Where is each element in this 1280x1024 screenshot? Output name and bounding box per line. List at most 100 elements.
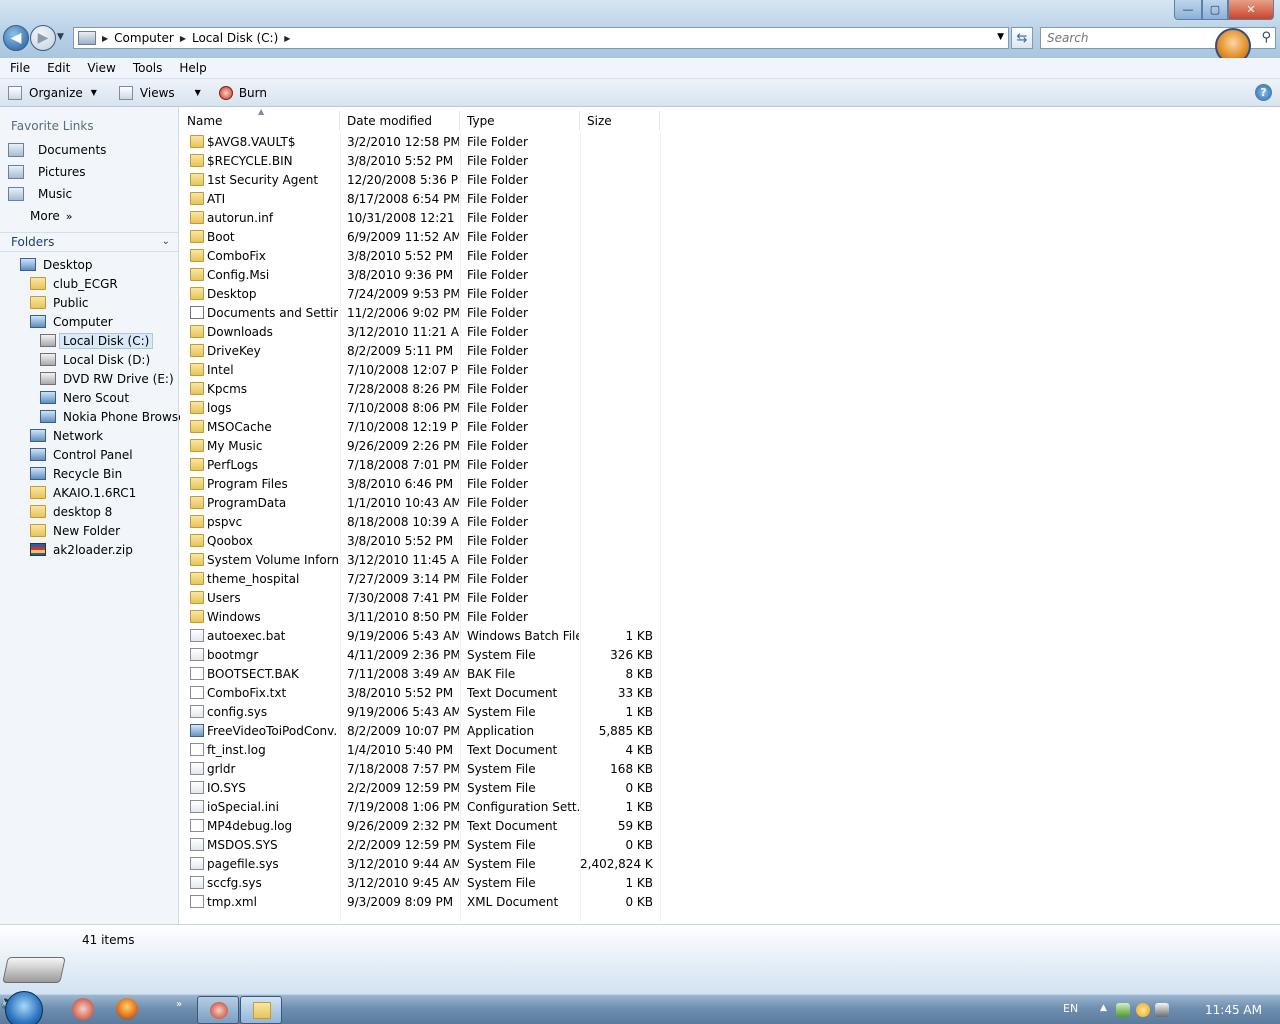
- breadcrumb-arrow-icon[interactable]: ▶: [284, 34, 290, 43]
- nero-quicklaunch-icon[interactable]: [72, 998, 94, 1020]
- file-row[interactable]: IO.SYS 2/2/2009 12:59 PM System File 0 KB: [180, 779, 660, 798]
- menu-tools[interactable]: Tools: [123, 61, 170, 75]
- file-row[interactable]: Program Files 3/8/2010 6:46 PM File Folder: [180, 475, 660, 494]
- refresh-button[interactable]: ⇆: [1011, 27, 1033, 49]
- back-button[interactable]: ◀: [3, 25, 29, 51]
- file-row[interactable]: sccfg.sys 3/12/2010 9:45 AM System File 1 K…: [180, 874, 660, 893]
- favorite-music[interactable]: Music: [8, 184, 72, 204]
- help-icon[interactable]: ?: [1255, 84, 1272, 101]
- menu-help[interactable]: Help: [169, 61, 213, 75]
- file-row[interactable]: DriveKey 8/2/2009 5:11 PM File Folder: [180, 342, 660, 361]
- file-row[interactable]: ATI 8/17/2008 6:54 PM File Folder: [180, 190, 660, 209]
- file-row[interactable]: autorun.inf 10/31/2008 12:21 ... File Fold…: [180, 209, 660, 228]
- breadcrumb-arrow-icon[interactable]: ▶: [102, 34, 108, 43]
- menu-file[interactable]: File: [0, 61, 37, 75]
- taskbar-window-explorer[interactable]: [240, 996, 282, 1024]
- language-indicator[interactable]: EN: [1063, 1002, 1078, 1015]
- file-row[interactable]: Boot 6/9/2009 11:52 AM File Folder: [180, 228, 660, 247]
- file-row[interactable]: theme_hospital 7/27/2009 3:14 PM File Fold…: [180, 570, 660, 589]
- address-dropdown-icon[interactable]: ▼: [997, 32, 1004, 42]
- file-row[interactable]: ioSpecial.ini 7/19/2008 1:06 PM Configurat…: [180, 798, 660, 817]
- file-row[interactable]: My Music 9/26/2009 2:26 PM File Folder: [180, 437, 660, 456]
- file-row[interactable]: ComboFix.txt 3/8/2010 5:52 PM Text Documen…: [180, 684, 660, 703]
- file-row[interactable]: System Volume Inform... 3/12/2010 11:45 A…: [180, 551, 660, 570]
- taskbar-window-nero[interactable]: [197, 996, 239, 1024]
- tree-item[interactable]: Nokia Phone Browser: [40, 407, 190, 426]
- show-hidden-icons-button[interactable]: ▲: [1100, 1003, 1107, 1013]
- column-header-name[interactable]: Name ▲: [180, 107, 340, 130]
- tree-item[interactable]: New Folder: [30, 521, 120, 540]
- file-row[interactable]: BOOTSECT.BAK 7/11/2008 3:49 AM BAK File 8 K…: [180, 665, 660, 684]
- history-dropdown-button[interactable]: ▼: [57, 32, 64, 42]
- organize-button[interactable]: Organize ▼: [8, 85, 97, 100]
- menu-edit[interactable]: Edit: [37, 61, 77, 75]
- file-row[interactable]: 1st Security Agent 12/20/2008 5:36 PM File…: [180, 171, 660, 190]
- favorite-pictures[interactable]: Pictures: [8, 162, 86, 182]
- network-tray-icon[interactable]: [1116, 1003, 1130, 1017]
- file-row[interactable]: Kpcms 7/28/2008 8:26 PM File Folder: [180, 380, 660, 399]
- address-bar[interactable]: ▶ Computer ▶ Local Disk (C:) ▶ ▼: [73, 27, 1009, 49]
- file-row[interactable]: MP4debug.log 9/26/2009 2:32 PM Text Docume…: [180, 817, 660, 836]
- burn-button[interactable]: Burn: [218, 85, 267, 100]
- tree-item[interactable]: Local Disk (C:): [40, 331, 154, 350]
- clock[interactable]: 11:45 AM: [1205, 1003, 1262, 1017]
- file-row[interactable]: ft_inst.log 1/4/2010 5:40 PM Text Document…: [180, 741, 660, 760]
- tree-item[interactable]: Recycle Bin: [30, 464, 122, 483]
- tree-item[interactable]: Desktop: [20, 255, 93, 274]
- maximize-button[interactable]: ▢: [1202, 0, 1228, 20]
- tree-item[interactable]: desktop 8: [30, 502, 112, 521]
- folders-header[interactable]: Folders ⌄: [0, 232, 178, 252]
- favorite-documents[interactable]: Documents: [8, 140, 106, 160]
- file-row[interactable]: Qoobox 3/8/2010 5:52 PM File Folder: [180, 532, 660, 551]
- search-input[interactable]: [1041, 28, 1211, 48]
- tree-item[interactable]: ak2loader.zip: [30, 540, 133, 559]
- tree-item[interactable]: Computer: [30, 312, 113, 331]
- file-row[interactable]: $RECYCLE.BIN 3/8/2010 5:52 PM File Folder: [180, 152, 660, 171]
- file-row[interactable]: $AVG8.VAULT$ 3/2/2010 12:58 PM File Folder: [180, 133, 660, 152]
- breadcrumb-arrow-icon[interactable]: ▶: [180, 34, 186, 43]
- file-row[interactable]: bootmgr 4/11/2009 2:36 PM System File 326 K…: [180, 646, 660, 665]
- volume-icon[interactable]: 🔈: [0, 995, 1280, 1010]
- file-row[interactable]: FreeVideoToiPodConv... 8/2/2009 10:07 PM A…: [180, 722, 660, 741]
- file-row[interactable]: autoexec.bat 9/19/2006 5:43 AM Windows Bat…: [180, 627, 660, 646]
- column-header-size[interactable]: Size: [580, 111, 660, 130]
- firefox-quicklaunch-icon[interactable]: [116, 998, 138, 1020]
- file-row[interactable]: grldr 7/18/2008 7:57 PM System File 168 KB: [180, 760, 660, 779]
- tree-item[interactable]: Public: [30, 293, 89, 312]
- column-header-type[interactable]: Type: [460, 111, 580, 130]
- file-row[interactable]: MSDOS.SYS 2/2/2009 12:59 PM System File 0 K…: [180, 836, 660, 855]
- menu-view[interactable]: View: [77, 61, 122, 75]
- start-button[interactable]: [5, 991, 43, 1024]
- breadcrumb-local-disk[interactable]: Local Disk (C:): [192, 31, 278, 45]
- breadcrumb-computer[interactable]: Computer: [114, 31, 174, 45]
- tree-item[interactable]: Network: [30, 426, 103, 445]
- tree-item[interactable]: Local Disk (D:): [40, 350, 150, 369]
- quicklaunch-more-button[interactable]: »: [176, 999, 182, 1010]
- tree-item[interactable]: club_ECGR: [30, 274, 118, 293]
- file-row[interactable]: Users 7/30/2008 7:41 PM File Folder: [180, 589, 660, 608]
- file-row[interactable]: Desktop 7/24/2009 9:53 PM File Folder: [180, 285, 660, 304]
- file-row[interactable]: pagefile.sys 3/12/2010 9:44 AM System File…: [180, 855, 660, 874]
- forward-button[interactable]: ▶: [30, 25, 56, 51]
- tree-item[interactable]: AKAIO.1.6RC1: [30, 483, 136, 502]
- tree-item[interactable]: Nero Scout: [40, 388, 129, 407]
- column-header-date[interactable]: Date modified: [340, 111, 460, 130]
- antivirus-tray-icon[interactable]: [1136, 1003, 1150, 1017]
- file-row[interactable]: Downloads 3/12/2010 11:21 AM File Folder: [180, 323, 660, 342]
- file-row[interactable]: Windows 3/11/2010 8:50 PM File Folder: [180, 608, 660, 627]
- minimize-button[interactable]: —: [1174, 0, 1202, 20]
- file-row[interactable]: Intel 7/10/2008 12:07 PM File Folder: [180, 361, 660, 380]
- file-row[interactable]: Documents and Settings 11/2/2006 9:02 PM F…: [180, 304, 660, 323]
- file-row[interactable]: PerfLogs 7/18/2008 7:01 PM File Folder: [180, 456, 660, 475]
- file-row[interactable]: ProgramData 1/1/2010 10:43 AM File Folder: [180, 494, 660, 513]
- tree-item[interactable]: DVD RW Drive (E:): [40, 369, 174, 388]
- tree-item[interactable]: Control Panel: [30, 445, 133, 464]
- file-row[interactable]: config.sys 9/19/2006 5:43 AM System File 1 …: [180, 703, 660, 722]
- views-button[interactable]: Views ▼: [118, 85, 201, 100]
- search-icon[interactable]: ⚲: [1261, 30, 1271, 45]
- favorite-more[interactable]: More »: [30, 206, 72, 226]
- file-row[interactable]: MSOCache 7/10/2008 12:19 PM File Folder: [180, 418, 660, 437]
- file-row[interactable]: ComboFix 3/8/2010 5:52 PM File Folder: [180, 247, 660, 266]
- close-button[interactable]: ✕: [1228, 0, 1274, 20]
- file-row[interactable]: logs 7/10/2008 8:06 PM File Folder: [180, 399, 660, 418]
